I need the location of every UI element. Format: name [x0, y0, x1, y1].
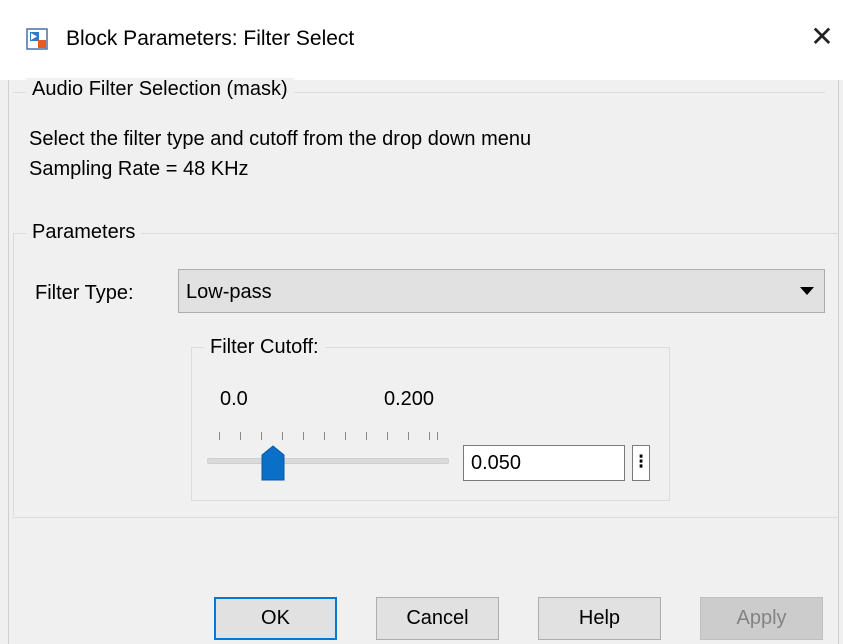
parameters-group-legend: Parameters — [26, 221, 142, 244]
title-bar: Block Parameters: Filter Select ✕ — [0, 0, 843, 80]
window-title: Block Parameters: Filter Select — [66, 27, 355, 50]
filter-cutoff-slider-track[interactable] — [207, 458, 449, 464]
slider-tick — [240, 432, 241, 440]
cancel-button[interactable]: Cancel — [376, 597, 499, 640]
slider-tick — [366, 432, 367, 440]
more-options-button[interactable]: ⁝ — [632, 445, 650, 481]
slider-tick — [282, 432, 283, 440]
slider-tick — [324, 432, 325, 440]
mask-group-legend: Audio Filter Selection (mask) — [26, 78, 294, 101]
slider-min-label: 0.0 — [220, 388, 248, 410]
close-icon: ✕ — [810, 21, 834, 52]
close-button[interactable]: ✕ — [805, 20, 839, 54]
slider-tick — [408, 432, 409, 440]
filter-type-selected-value: Low-pass — [186, 281, 272, 303]
slider-max-label: 0.200 — [384, 388, 435, 410]
filter-cutoff-legend: Filter Cutoff: — [204, 336, 325, 359]
description-line-1: Select the filter type and cutoff from t… — [29, 128, 532, 150]
simulink-block-icon — [26, 28, 48, 50]
slider-tick — [219, 432, 220, 440]
apply-button[interactable]: Apply — [700, 597, 823, 640]
slider-tick — [437, 432, 438, 440]
slider-tick — [261, 432, 262, 440]
ok-button[interactable]: OK — [214, 597, 337, 640]
slider-tick — [429, 432, 430, 440]
window-border-left — [8, 80, 9, 644]
description-line-2: Sampling Rate = 48 KHz — [29, 158, 249, 180]
chevron-down-icon — [800, 287, 814, 295]
filter-cutoff-value-field[interactable] — [463, 445, 625, 481]
help-button[interactable]: Help — [538, 597, 661, 640]
slider-tick — [387, 432, 388, 440]
filter-type-dropdown[interactable]: Low-pass — [178, 269, 825, 313]
more-options-icon: ⁝ — [637, 451, 645, 473]
filter-cutoff-slider-thumb[interactable] — [261, 445, 285, 481]
filter-type-label: Filter Type: — [35, 282, 134, 304]
slider-tick — [345, 432, 346, 440]
slider-tick — [303, 432, 304, 440]
